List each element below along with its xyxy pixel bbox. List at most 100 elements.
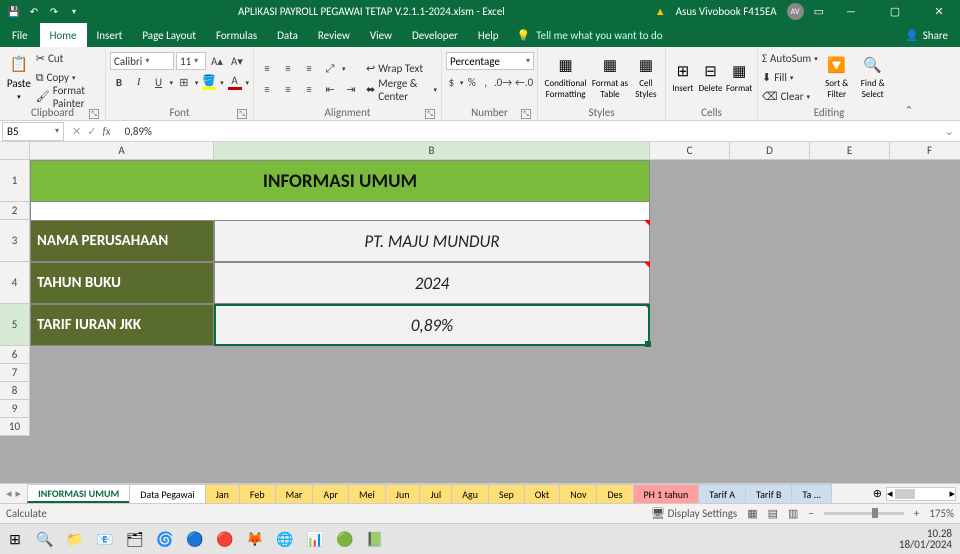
cell-a4[interactable]: TAHUN BUKU [30, 262, 214, 304]
app1-icon[interactable]: 🗂 [124, 528, 146, 550]
comment-indicator-icon[interactable] [644, 220, 650, 226]
accounting-format-button[interactable]: $ [446, 73, 457, 91]
row-header[interactable]: 8 [0, 382, 30, 400]
format-table-button[interactable]: ▦Format as Table [591, 50, 629, 106]
excel-taskbar-icon[interactable]: 📗 [364, 528, 386, 550]
name-box[interactable]: B5▾ [2, 122, 64, 141]
system-clock[interactable]: 10.28 18/01/2024 [899, 528, 956, 550]
enter-formula-icon[interactable]: ✓ [87, 125, 96, 138]
cell-a5[interactable]: TARIF IURAN JKK [30, 304, 214, 346]
minimize-button[interactable]: — [834, 0, 868, 23]
edge-icon[interactable]: 🌐 [274, 528, 296, 550]
display-settings-button[interactable]: 🖥 Display Settings [651, 507, 737, 520]
share-button[interactable]: 👤 Share [905, 29, 960, 42]
sheet-tab[interactable]: Apr [312, 484, 349, 503]
column-header[interactable]: A [30, 142, 214, 159]
ribbon-display-icon[interactable]: ▭ [814, 5, 824, 18]
border-button[interactable]: ⊞ [175, 73, 193, 91]
percent-button[interactable]: % [466, 73, 477, 91]
autosum-button[interactable]: ΣAutoSum▾ [762, 50, 818, 68]
collapse-ribbon-button[interactable]: ⌃ [900, 47, 918, 120]
increase-decimal-button[interactable]: .0→ [494, 73, 512, 91]
cell-a3[interactable]: NAMA PERUSAHAAN [30, 220, 214, 262]
underline-button[interactable]: U [150, 73, 168, 91]
insert-cells-button[interactable]: ⊞Insert [670, 50, 696, 106]
start-icon[interactable]: ⊞ [4, 528, 26, 550]
select-all-corner[interactable] [0, 142, 30, 160]
cell-blank-row[interactable] [30, 202, 650, 220]
file-tab[interactable]: File [0, 23, 40, 47]
column-headers[interactable]: ABCDEF [30, 142, 960, 160]
row-header[interactable]: 7 [0, 364, 30, 382]
sheet-tab[interactable]: INFORMASI UMUM [27, 484, 130, 503]
page-layout-view-button[interactable]: ▤ [768, 507, 778, 520]
number-dialog-icon[interactable]: ⤡ [521, 109, 531, 119]
font-name-combo[interactable]: Calibri▾ [110, 52, 174, 70]
app2-icon[interactable]: 🌀 [154, 528, 176, 550]
wrap-text-button[interactable]: ↩Wrap Text [366, 60, 437, 78]
row-header[interactable]: 3 [0, 220, 30, 262]
app3-icon[interactable]: 📊 [304, 528, 326, 550]
sheet-tab[interactable]: Jun [385, 484, 421, 503]
clipboard-dialog-icon[interactable]: ⤡ [89, 109, 99, 119]
comment-indicator-icon[interactable] [644, 262, 650, 268]
cut-button[interactable]: ✂Cut [36, 50, 101, 68]
row-header[interactable]: 6 [0, 346, 30, 364]
row-header[interactable]: 5 [0, 304, 30, 346]
row-header[interactable]: 9 [0, 400, 30, 418]
column-header[interactable]: C [650, 142, 730, 159]
redo-icon[interactable]: ↷ [46, 4, 62, 20]
help-tab[interactable]: Help [468, 23, 509, 47]
page-break-view-button[interactable]: ▥ [788, 507, 798, 520]
sheet-nav-next-icon[interactable]: ▸ [16, 487, 22, 500]
avatar[interactable]: AV [787, 3, 804, 20]
outlook-icon[interactable]: 📧 [94, 528, 116, 550]
app4-icon[interactable]: 🟢 [334, 528, 356, 550]
row-header[interactable]: 4 [0, 262, 30, 304]
italic-button[interactable]: I [130, 73, 148, 91]
cell-styles-button[interactable]: ▦Cell Styles [631, 50, 661, 106]
insert-tab[interactable]: Insert [87, 23, 133, 47]
increase-indent-button[interactable]: ⇥ [342, 81, 360, 99]
comma-button[interactable]: , [480, 73, 491, 91]
fill-button[interactable]: ⬇Fill▾ [762, 69, 818, 87]
sheet-tab[interactable]: Des [596, 484, 633, 503]
number-format-combo[interactable]: Percentage▾ [446, 52, 534, 70]
find-select-button[interactable]: 🔍Find & Select [856, 50, 890, 106]
align-left-button[interactable]: ≡ [258, 81, 276, 99]
cell-b5[interactable]: 0,89% [214, 304, 650, 346]
cell-b4[interactable]: 2024 [214, 262, 650, 304]
fx-icon[interactable]: fx [102, 125, 110, 138]
review-tab[interactable]: Review [308, 23, 360, 47]
sheet-tab[interactable]: Nov [559, 484, 597, 503]
undo-icon[interactable]: ↶ [26, 4, 42, 20]
save-icon[interactable]: 💾 [6, 4, 22, 20]
cell-b3[interactable]: PT. MAJU MUNDUR [214, 220, 650, 262]
sheet-tab[interactable]: Tarif A [698, 484, 746, 503]
sheet-tab[interactable]: Jan [205, 484, 240, 503]
home-tab[interactable]: Home [40, 23, 87, 47]
firefox-icon[interactable]: 🦊 [244, 528, 266, 550]
worksheet-grid[interactable]: ABCDEF 12345678910 INFORMASI UMUM NAMA P… [0, 142, 960, 483]
opera-icon[interactable]: 🔴 [214, 528, 236, 550]
formulas-tab[interactable]: Formulas [206, 23, 267, 47]
orientation-button[interactable]: ⤢ [321, 60, 339, 78]
align-bottom-button[interactable]: ≡ [300, 60, 318, 78]
sheet-tab[interactable]: Tarif B [745, 484, 792, 503]
explorer-icon[interactable]: 📁 [64, 528, 86, 550]
sheet-tab[interactable]: Mei [348, 484, 386, 503]
sheet-nav-prev-icon[interactable]: ◂ [6, 487, 12, 500]
decrease-indent-button[interactable]: ⇤ [321, 81, 339, 99]
shrink-font-button[interactable]: A▾ [228, 52, 246, 70]
expand-formula-bar-icon[interactable]: ⌄ [939, 125, 960, 138]
zoom-out-button[interactable]: − [808, 507, 813, 520]
sort-filter-button[interactable]: 🔽Sort & Filter [820, 50, 854, 106]
grow-font-button[interactable]: A▴ [208, 52, 226, 70]
sheet-tab[interactable]: Feb [239, 484, 276, 503]
zoom-in-button[interactable]: + [914, 507, 919, 520]
row-header[interactable]: 10 [0, 418, 30, 436]
close-button[interactable]: ✕ [922, 0, 956, 23]
font-size-combo[interactable]: 11▾ [176, 52, 206, 70]
cancel-formula-icon[interactable]: ✕ [72, 125, 81, 138]
paste-button[interactable]: 📋 Paste ▾ [4, 50, 34, 106]
